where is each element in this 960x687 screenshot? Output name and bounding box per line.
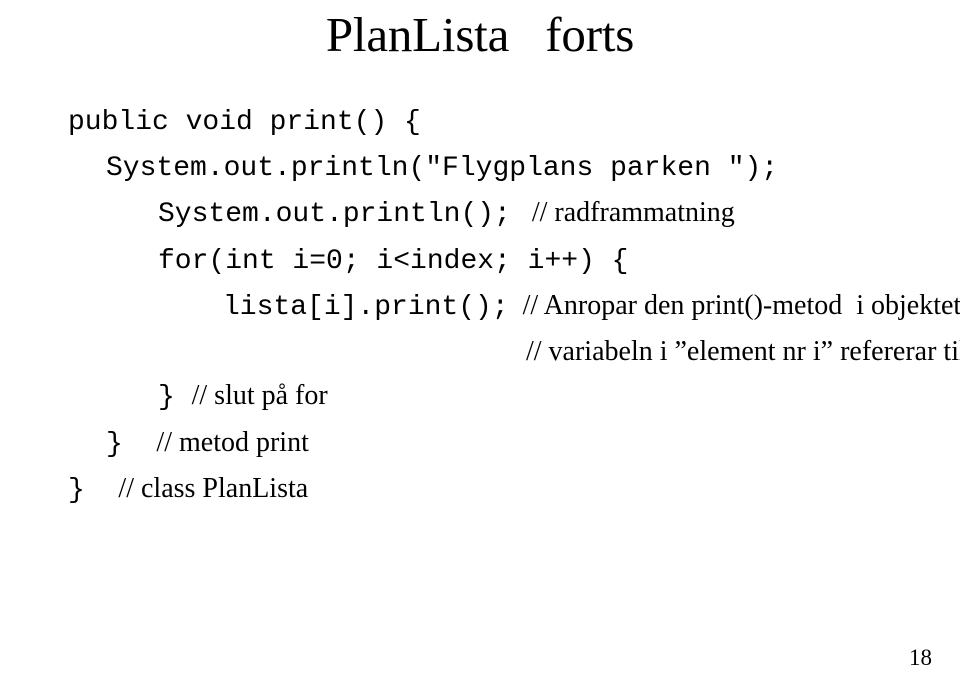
code-line-5b: // variabeln i ”element nr i” refererar … <box>68 330 960 374</box>
code-text: System.out.println(); <box>158 199 511 230</box>
comment-text: // Anropar den print()-metod i objektet … <box>509 290 960 321</box>
code-text: for(int i=0; i<index; i++) { <box>158 246 628 277</box>
slide-body: public void print() { System.out.println… <box>0 99 960 513</box>
code-line-5: lista[i].print(); // Anropar den print()… <box>68 284 960 330</box>
code-line-1: public void print() { <box>68 99 960 145</box>
code-line-3: System.out.println(); // radframmatning <box>68 191 960 237</box>
slide-title: PlanLista forts <box>0 6 960 63</box>
comment-text: // class PlanLista <box>118 473 308 504</box>
code-text: } <box>106 429 156 460</box>
comment-text: // metod print <box>156 427 308 458</box>
code-text: } <box>68 475 118 506</box>
comment-text: // variabeln i ”element nr i” refererar … <box>526 336 960 367</box>
page-number: 18 <box>909 645 932 671</box>
code-text: } <box>158 382 192 413</box>
code-text: public void print() { <box>68 107 421 138</box>
code-line-4: for(int i=0; i<index; i++) { <box>68 238 960 284</box>
code-text: System.out.println("Flygplans parken "); <box>106 153 778 184</box>
slide: PlanLista forts public void print() { Sy… <box>0 0 960 687</box>
code-line-8: } // class PlanLista <box>68 467 960 513</box>
code-line-2: System.out.println("Flygplans parken "); <box>68 145 960 191</box>
code-line-6: } // slut på for <box>68 374 960 420</box>
page-number-text: 18 <box>909 645 932 670</box>
title-text: PlanLista forts <box>326 7 634 62</box>
code-line-7: } // metod print <box>68 421 960 467</box>
code-text: lista[i].print(); <box>223 292 509 323</box>
comment-text: // radframmatning <box>511 197 735 228</box>
comment-text: // slut på for <box>192 380 328 411</box>
